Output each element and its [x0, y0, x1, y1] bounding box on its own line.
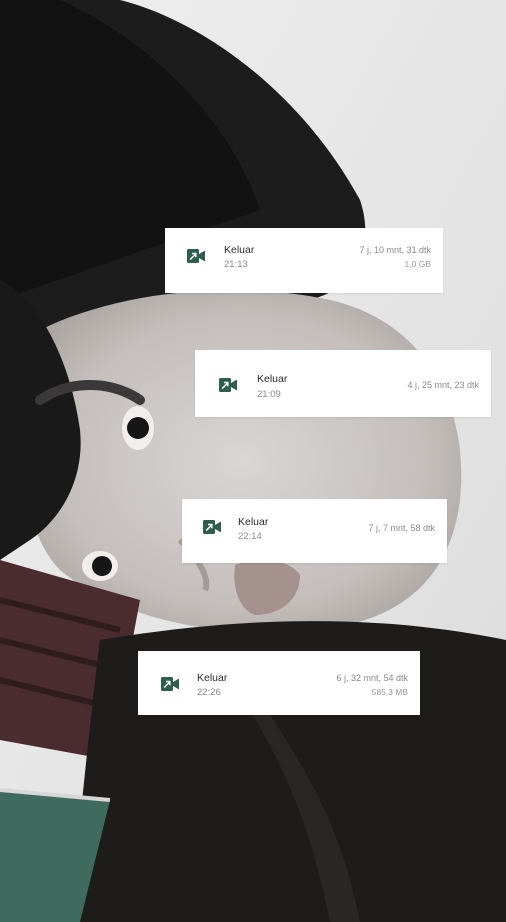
call-time: 21:13: [224, 259, 248, 270]
call-data-size: 585,3 MB: [371, 687, 408, 697]
call-status: Keluar: [224, 244, 255, 256]
call-status: Keluar: [197, 672, 228, 684]
call-log-card[interactable]: Keluar 22:14 7 j, 7 mnt, 58 dtk: [182, 499, 447, 563]
call-log-card[interactable]: Keluar 22:26 6 j, 32 mnt, 54 dtk 585,3 M…: [138, 651, 420, 715]
call-time: 22:26: [197, 687, 221, 698]
call-time: 22:14: [238, 531, 262, 542]
call-status: Keluar: [238, 516, 269, 528]
call-log-card[interactable]: Keluar 21:09 4 j, 25 mnt, 23 dtk: [195, 350, 491, 417]
outgoing-video-call-icon: [219, 378, 237, 392]
call-duration: 7 j, 7 mnt, 58 dtk: [368, 523, 435, 533]
call-data-size: 1,0 GB: [404, 259, 431, 269]
call-log-card[interactable]: Keluar 21:13 7 j, 10 mnt, 31 dtk 1,0 GB: [165, 228, 443, 293]
outgoing-video-call-icon: [203, 520, 221, 534]
call-status: Keluar: [257, 373, 288, 385]
background-photo: [0, 0, 506, 922]
call-duration: 4 j, 25 mnt, 23 dtk: [407, 380, 479, 390]
call-duration: 6 j, 32 mnt, 54 dtk: [336, 673, 408, 683]
outgoing-video-call-icon: [161, 677, 179, 691]
call-time: 21:09: [257, 389, 281, 400]
call-duration: 7 j, 10 mnt, 31 dtk: [359, 245, 431, 255]
outgoing-video-call-icon: [187, 249, 205, 263]
